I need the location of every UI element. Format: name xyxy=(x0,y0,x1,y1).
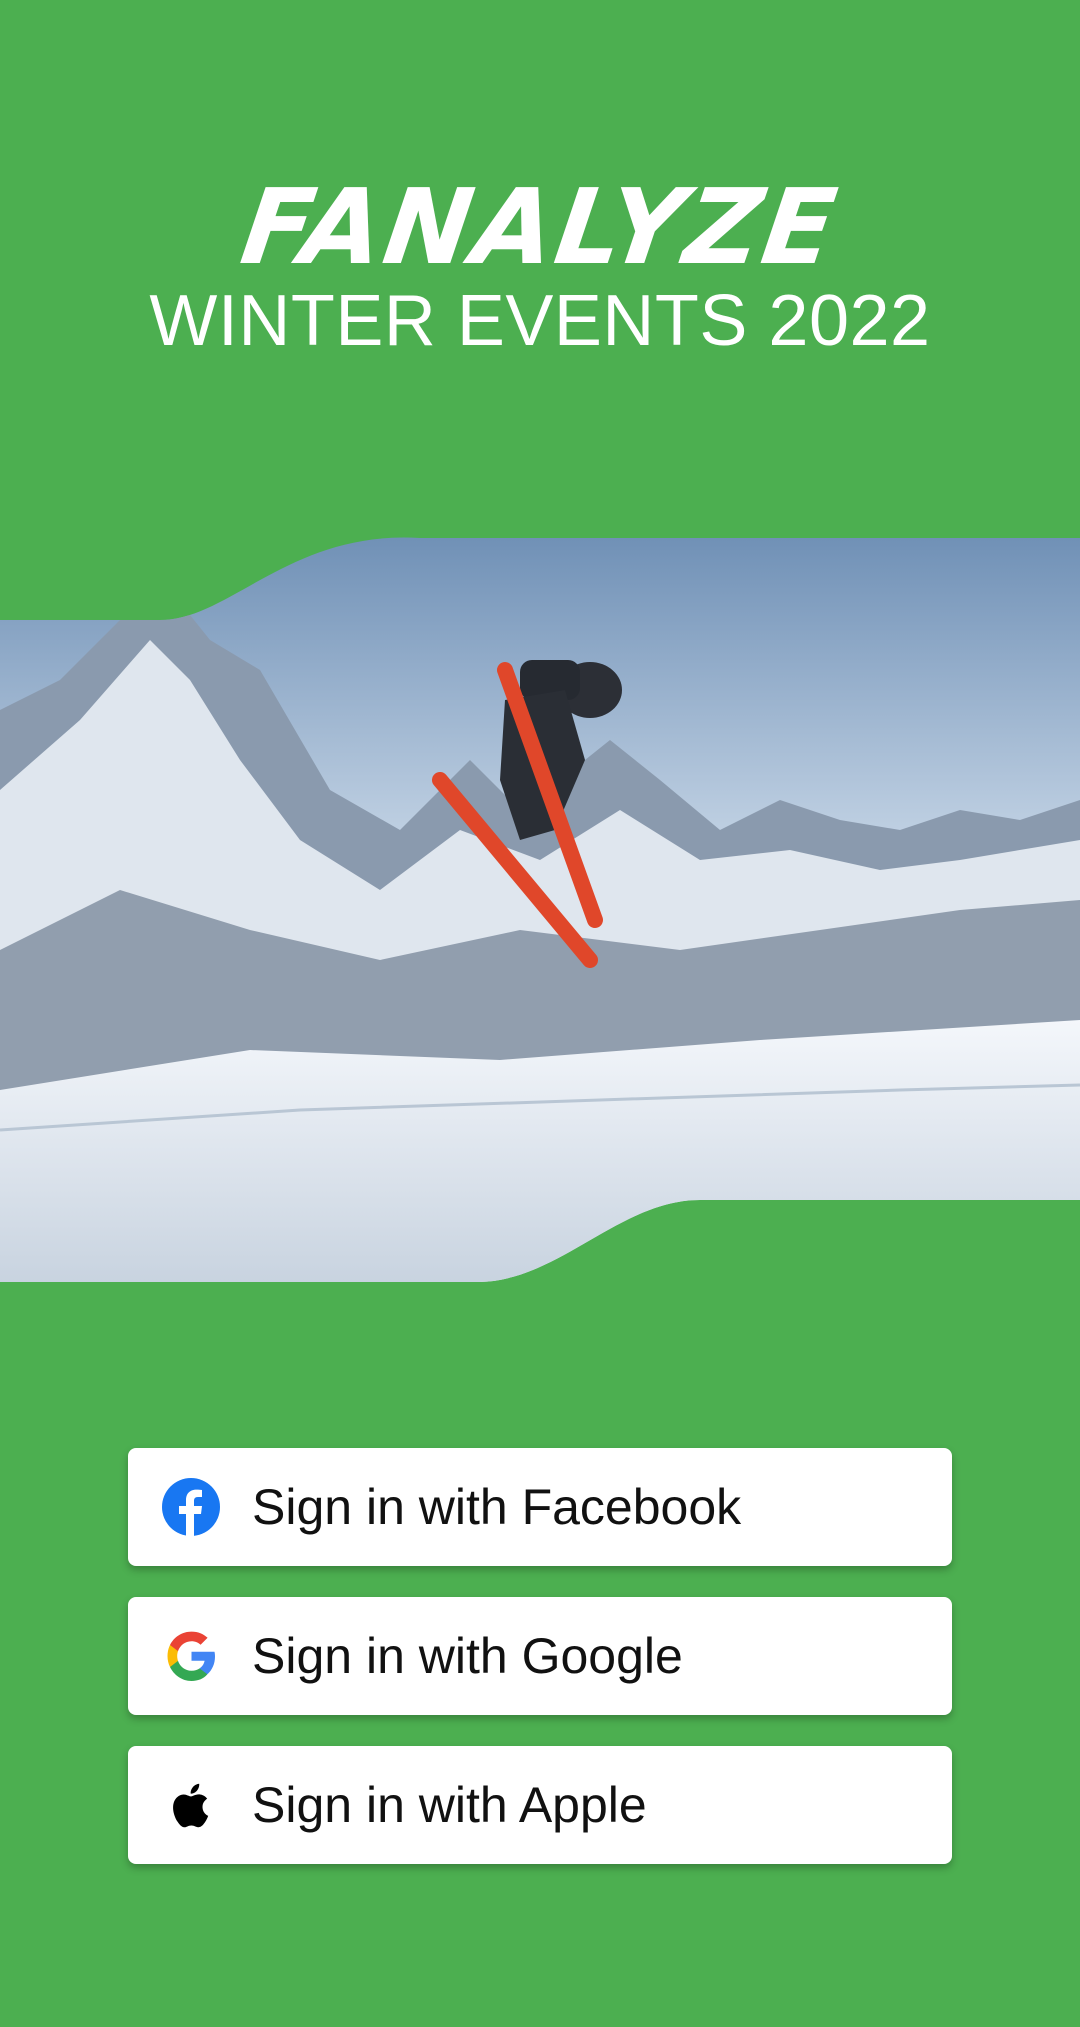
google-icon xyxy=(162,1627,220,1685)
event-subtitle: WINTER EVENTS 2022 xyxy=(149,281,931,361)
apple-signin-button[interactable]: Sign in with Apple xyxy=(128,1746,952,1864)
google-signin-label: Sign in with Google xyxy=(252,1628,683,1684)
facebook-signin-button[interactable]: Sign in with Facebook xyxy=(128,1448,952,1566)
signin-buttons: Sign in with Facebook Sign in with Googl… xyxy=(128,1448,952,1895)
hero-image xyxy=(0,537,1080,1283)
facebook-icon xyxy=(162,1478,220,1536)
brand-wordmark: FANALYZE xyxy=(234,166,846,288)
apple-signin-label: Sign in with Apple xyxy=(252,1777,647,1833)
apple-icon xyxy=(162,1776,220,1834)
facebook-signin-label: Sign in with Facebook xyxy=(252,1479,742,1535)
app-logo: FANALYZE WINTER EVENTS 2022 xyxy=(0,166,1080,361)
google-signin-button[interactable]: Sign in with Google xyxy=(128,1597,952,1715)
